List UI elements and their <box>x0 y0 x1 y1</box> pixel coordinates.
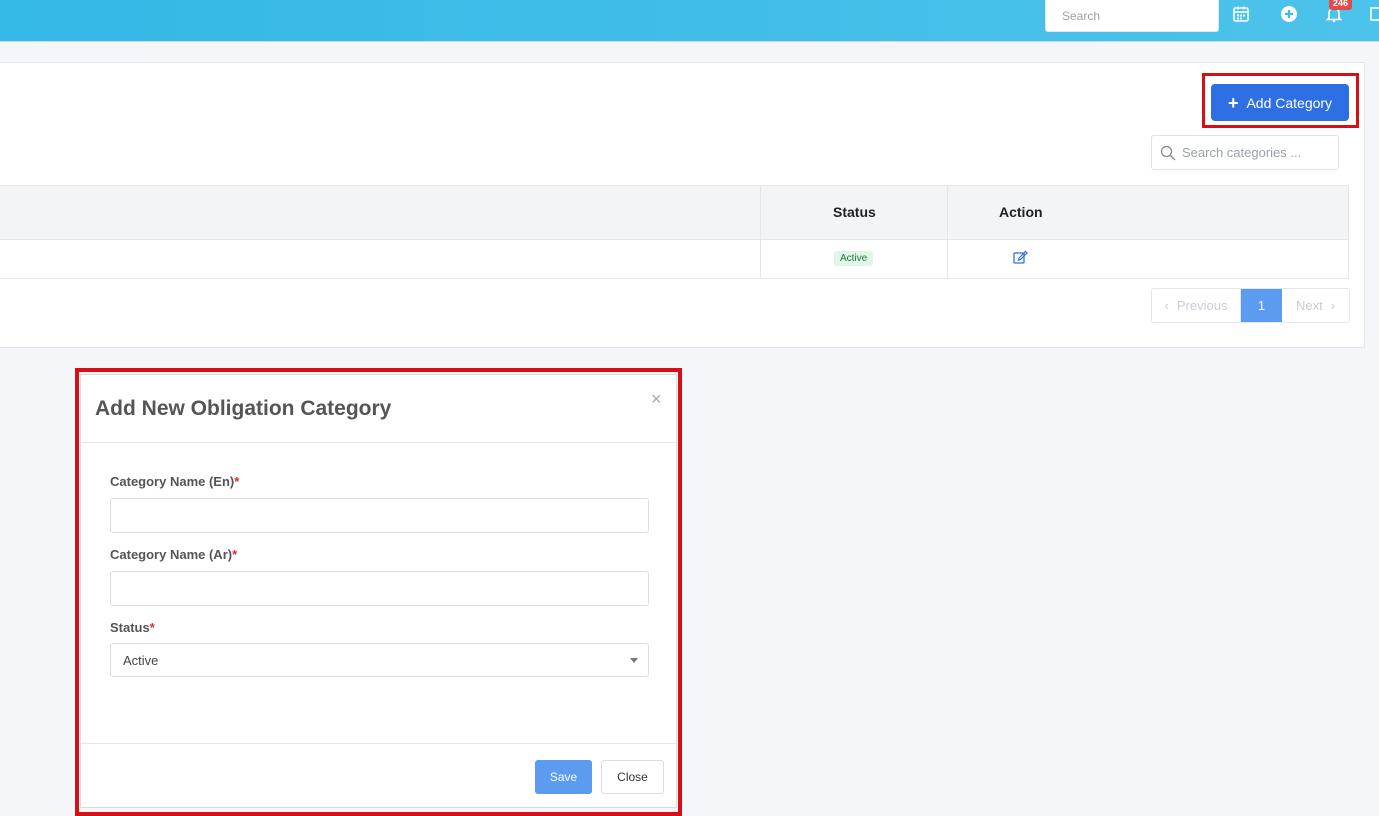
fullscreen-icon[interactable] <box>1370 5 1379 25</box>
top-bar: Search 246 <box>0 0 1379 42</box>
save-button[interactable]: Save <box>535 760 592 794</box>
status-select[interactable]: Active <box>110 643 649 677</box>
table-header <box>0 185 1349 240</box>
calendar-icon[interactable] <box>1232 5 1252 25</box>
modal-header-divider <box>81 442 676 443</box>
column-header-action: Action <box>999 204 1043 220</box>
edit-icon[interactable] <box>1013 250 1028 269</box>
category-search-placeholder: Search categories ... <box>1182 145 1302 160</box>
modal-title: Add New Obligation Category <box>95 397 392 420</box>
category-name-ar-input[interactable] <box>110 571 649 606</box>
category-name-ar-label: Category Name (Ar)* <box>110 547 238 562</box>
status-label: Status* <box>110 620 155 635</box>
previous-label: Previous <box>1176 298 1228 313</box>
category-search-input[interactable]: Search categories ... <box>1151 135 1339 170</box>
column-divider <box>760 185 761 279</box>
search-icon <box>1160 145 1176 161</box>
pagination: ‹ Previous 1 Next › <box>1151 288 1350 323</box>
plus-circle-icon[interactable] <box>1280 5 1300 25</box>
column-header-status[interactable]: Status <box>833 204 876 220</box>
caret-down-icon <box>630 658 638 663</box>
next-label: Next <box>1295 298 1323 313</box>
modal-footer-divider <box>81 743 676 744</box>
category-name-en-input[interactable] <box>110 498 649 533</box>
status-select-value: Active <box>123 653 159 668</box>
status-badge: Active <box>834 251 874 266</box>
add-category-button[interactable]: + Add Category <box>1211 84 1349 121</box>
column-divider <box>947 185 948 279</box>
global-search-input[interactable]: Search <box>1045 0 1219 32</box>
close-icon[interactable]: × <box>651 389 662 410</box>
pagination-previous[interactable]: ‹ Previous <box>1152 289 1241 322</box>
table-row <box>0 240 1349 279</box>
pagination-next[interactable]: Next › <box>1282 289 1349 322</box>
plus-icon: + <box>1227 92 1239 113</box>
chevron-left-icon: ‹ <box>1164 298 1169 313</box>
close-button[interactable]: Close <box>601 760 664 794</box>
add-category-modal: Add New Obligation Category × Category N… <box>80 374 677 808</box>
chevron-right-icon: › <box>1330 298 1336 313</box>
pagination-page-1[interactable]: 1 <box>1241 289 1282 322</box>
notification-count-badge: 246 <box>1329 0 1353 10</box>
category-name-en-label: Category Name (En)* <box>110 474 240 489</box>
add-category-label: Add Category <box>1246 94 1333 111</box>
